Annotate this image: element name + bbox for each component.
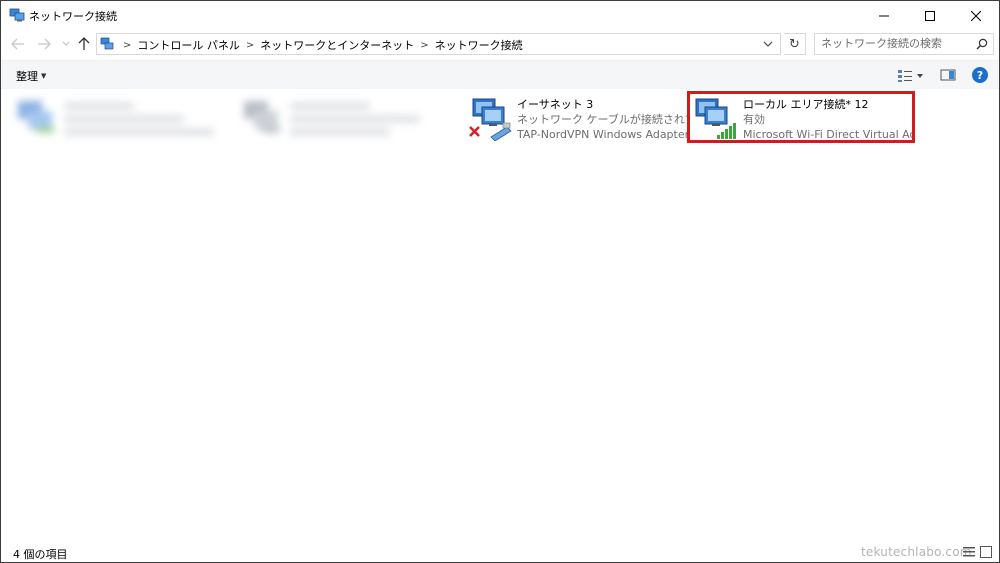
breadcrumb-network-internet[interactable]: ネットワークとインターネット [260,37,414,53]
help-icon: ? [976,68,984,82]
window-title: ネットワーク接続 [29,10,117,23]
chevron-down-icon [62,41,70,46]
connection-device: TAP-NordVPN Windows Adapter ... [517,128,689,141]
watermark: tekutechlabo.com [861,545,972,559]
preview-pane-button[interactable] [940,68,956,84]
connections-list: イーサネット 3 ネットワーク ケーブルが接続されていま... TAP-Nord… [1,89,999,541]
breadcrumb: > コントロール パネル > ネットワークとインターネット > ネットワーク接続 [117,37,523,53]
status-bar: 4 個の項目 tekutechlabo.com [1,541,999,562]
explorer-window: ネットワーク接続 > コントロール パネル > ネットワークとインターネット >… [0,0,1000,563]
chevron-down-icon [917,74,923,78]
connection-status: ネットワーク ケーブルが接続されていま... [517,113,689,126]
details-view-button[interactable] [963,546,975,558]
back-button[interactable] [9,34,27,54]
item-count: 4 個の項目 [13,548,68,561]
up-button[interactable] [75,34,93,54]
search-box[interactable] [814,33,994,55]
command-bar: 整理 ▼ ? [1,60,999,89]
search-icon[interactable] [976,38,988,50]
chevron-down-icon [763,41,773,47]
connection-name: イーサネット 3 [517,98,594,111]
network-adapter-icon [14,97,60,141]
connection-item-obscured-2[interactable] [237,94,462,144]
forward-arrow-icon [38,38,51,50]
breadcrumb-network-connections[interactable]: ネットワーク接続 [435,37,523,53]
up-arrow-icon [78,37,90,50]
breadcrumb-control-panel[interactable]: コントロール パネル [137,37,240,53]
address-bar[interactable]: > コントロール パネル > ネットワークとインターネット > ネットワーク接続 [96,33,781,55]
close-button[interactable] [953,1,999,30]
minimize-icon [879,15,889,16]
minimize-button[interactable] [861,1,907,30]
network-connections-icon [9,8,25,22]
maximize-button[interactable] [907,1,953,30]
change-view-button[interactable] [897,68,925,84]
ethernet-adapter-icon [467,97,513,142]
refresh-button[interactable]: ↻ [784,33,806,55]
connection-item-obscured-1[interactable] [11,94,236,144]
large-icons-view-button[interactable] [980,546,992,558]
disconnected-x-icon [469,126,480,137]
chevron-right-icon[interactable]: > [246,40,254,51]
control-panel-icon [100,37,114,51]
chevron-down-icon: ▼ [41,72,47,80]
chevron-right-icon: > [123,39,132,51]
title-bar: ネットワーク接続 [1,1,999,30]
view-details-icon [898,70,912,82]
chevron-right-icon[interactable]: > [420,40,428,51]
preview-pane-icon [940,69,956,81]
forward-button[interactable] [35,34,53,54]
details-view-icon [963,547,975,557]
back-arrow-icon [11,38,24,50]
connection-item-ethernet-3[interactable]: イーサネット 3 ネットワーク ケーブルが接続されていま... TAP-Nord… [464,94,689,144]
large-icons-view-icon [980,546,992,558]
highlight-box [687,91,915,143]
address-row: > コントロール パネル > ネットワークとインターネット > ネットワーク接続… [1,30,999,58]
network-adapter-icon [240,97,286,141]
search-input[interactable] [821,37,971,50]
organize-menu-button[interactable]: 整理 ▼ [16,68,46,84]
recent-locations-button[interactable] [57,34,75,54]
refresh-icon: ↻ [789,36,800,52]
help-button[interactable]: ? [972,67,988,83]
maximize-icon [925,10,935,21]
organize-label: 整理 [16,70,38,83]
address-dropdown-button[interactable] [762,38,774,50]
close-icon [971,10,981,21]
